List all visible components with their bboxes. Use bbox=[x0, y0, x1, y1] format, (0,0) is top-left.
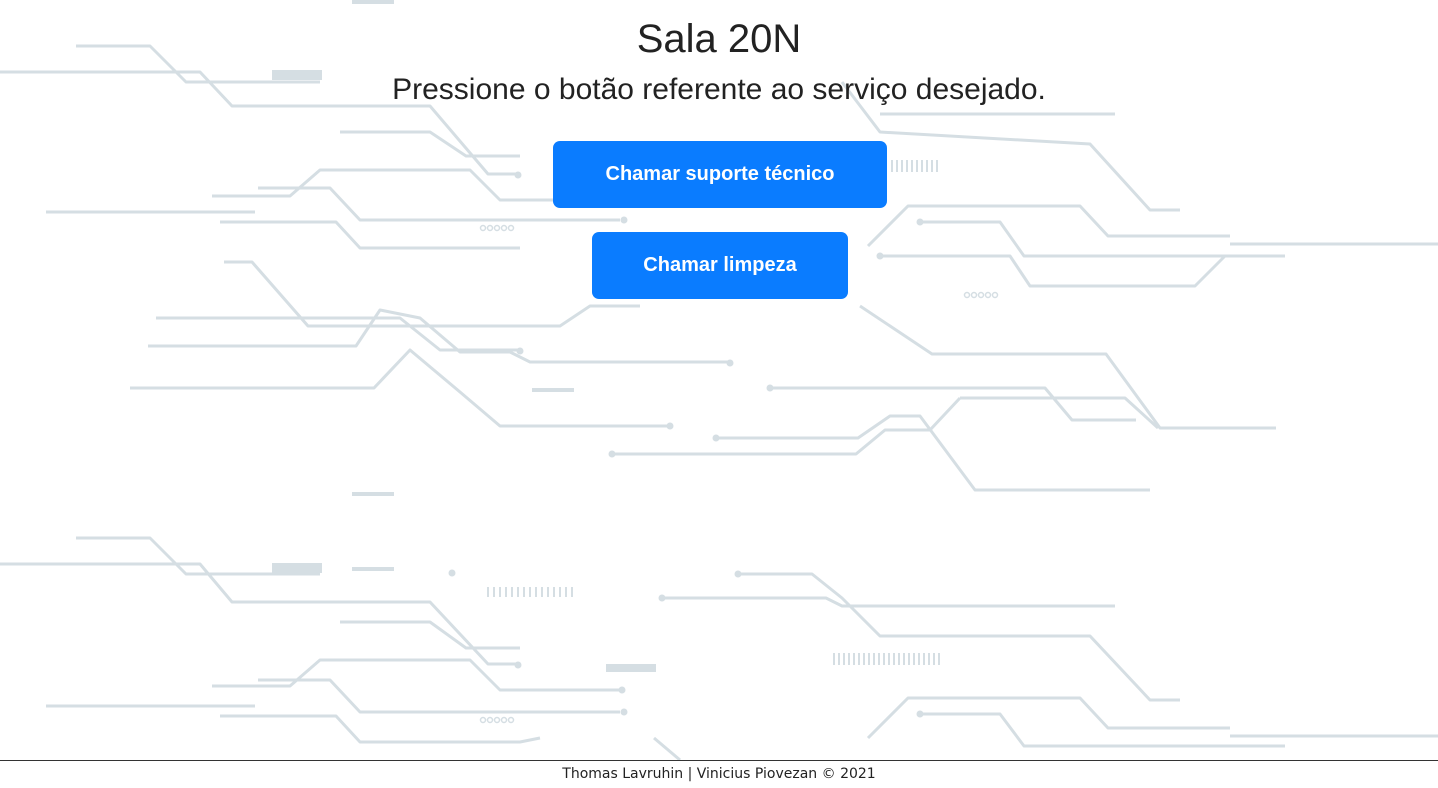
call-cleaning-button[interactable]: Chamar limpeza bbox=[592, 232, 848, 299]
circuit-background bbox=[0, 0, 1438, 760]
page-title: Sala 20N bbox=[636, 17, 802, 61]
page: Sala 20N Pressione o botão referente ao … bbox=[0, 0, 1438, 788]
footer-credits: Thomas Lavruhin | Vinicius Piovezan © 20… bbox=[562, 766, 876, 782]
instruction-text: Pressione o botão referente ao serviço d… bbox=[392, 73, 1046, 106]
call-tech-support-button[interactable]: Chamar suporte técnico bbox=[553, 141, 887, 208]
footer: Thomas Lavruhin | Vinicius Piovezan © 20… bbox=[0, 760, 1438, 788]
